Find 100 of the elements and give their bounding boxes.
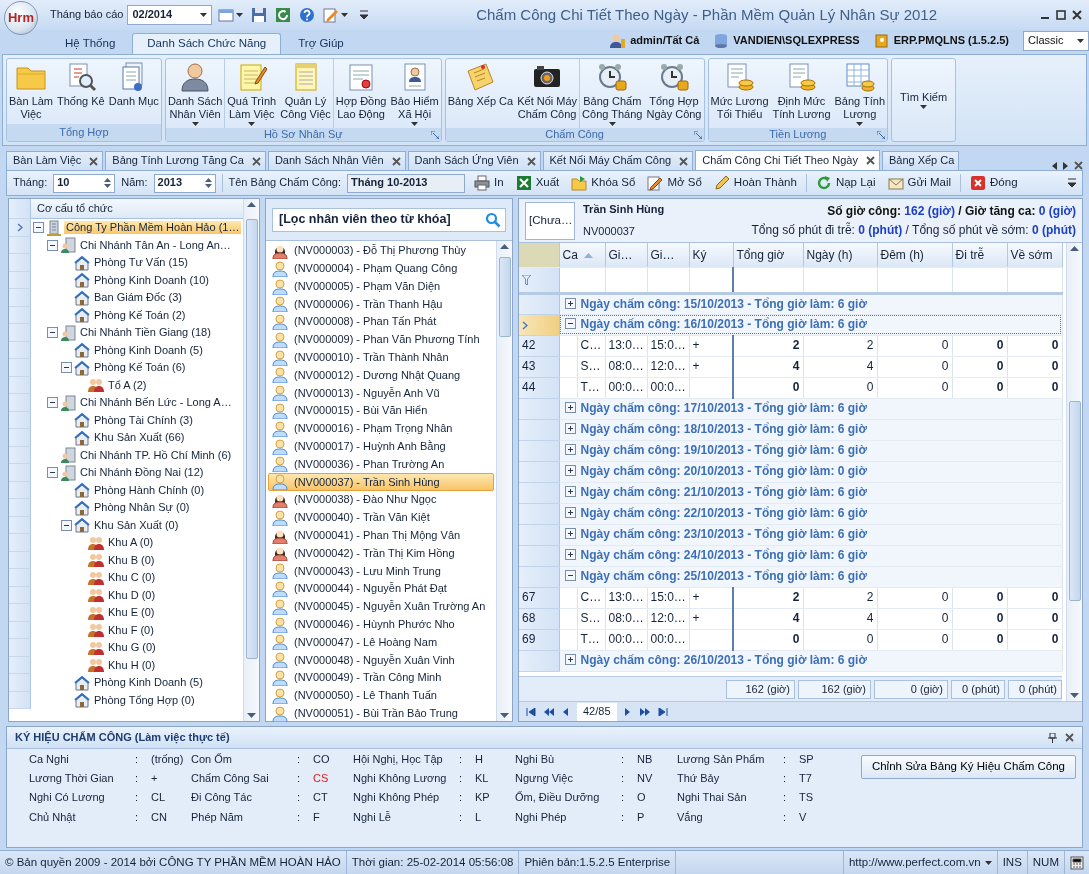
collapse-icon[interactable] xyxy=(564,318,576,330)
group-row[interactable]: Ngày chấm công: 23/10/2013 - Tổng giờ làm: 6 giờ xyxy=(559,524,1062,545)
group-row[interactable]: Ngày chấm công: 25/10/2013 - Tổng giờ làm: 6 giờ xyxy=(559,566,1062,587)
close-icon[interactable] xyxy=(251,156,261,166)
launcher-icon[interactable] xyxy=(430,131,439,140)
ribbon-button[interactable]: Bảng Chấm Công Tháng xyxy=(580,59,645,129)
employee-item[interactable]: (NV000017) - Huỳnh Anh Bằng xyxy=(268,437,494,456)
ribbon-tab[interactable]: Danh Sách Chức Năng xyxy=(132,33,282,54)
tree-item[interactable]: Khu B (0) xyxy=(106,553,157,567)
tree-item[interactable]: Chi Nhánh Tiền Giang (18) xyxy=(78,326,213,340)
document-tab[interactable]: Bàn Làm Việc xyxy=(6,151,104,170)
month-field[interactable]: 10 xyxy=(53,173,116,193)
close-icon[interactable] xyxy=(89,156,99,166)
collapse-icon[interactable] xyxy=(47,239,58,251)
employee-item[interactable]: (NV000036) - Phan Trường An xyxy=(268,455,494,474)
scrollbar[interactable] xyxy=(1066,243,1082,701)
toolbar-button[interactable]: Nạp Lại xyxy=(812,175,879,191)
search-field[interactable]: [Lọc nhân viên theo từ khóa] xyxy=(272,207,506,232)
toolbar-button[interactable]: Đóng xyxy=(967,175,1021,191)
tree-item[interactable]: Phòng Kinh Doanh (5) xyxy=(92,676,205,690)
ribbon-button[interactable]: Thống Kê xyxy=(55,59,107,124)
report-month-combo[interactable]: 02/2014 xyxy=(127,5,213,25)
employee-item[interactable]: (NV000016) - Phạm Trọng Nhân xyxy=(268,419,494,438)
employee-item[interactable]: (NV000005) - Phạm Văn Diện xyxy=(268,277,494,296)
employee-item[interactable]: (NV000012) - Dương Nhật Quang xyxy=(268,366,494,385)
employee-item[interactable]: (NV000015) - Bùi Văn Hiển xyxy=(268,402,494,420)
filter-icon[interactable] xyxy=(522,275,531,286)
document-tab[interactable]: Kết Nối Máy Chấm Công xyxy=(542,151,694,170)
close-icon[interactable] xyxy=(1065,733,1074,742)
employee-item[interactable]: (NV000042) - Trần Thị Kim Hồng xyxy=(268,544,494,563)
spin-icon[interactable] xyxy=(204,177,212,189)
scroll-up-icon[interactable] xyxy=(247,202,256,207)
employee-item[interactable]: (NV000050) - Lê Thanh Tuấn xyxy=(268,686,494,705)
expand-icon[interactable] xyxy=(564,402,576,414)
scrollbar-thumb[interactable] xyxy=(245,219,258,659)
toolbar-button[interactable]: Mở Sổ xyxy=(644,175,705,191)
ribbon-button[interactable]: Tổng Hợp Ngày Công xyxy=(644,59,704,129)
group-row[interactable]: Ngày chấm công: 15/10/2013 - Tổng giờ làm: 6 giờ xyxy=(559,293,1062,314)
scroll-up-icon[interactable] xyxy=(500,244,509,249)
scroll-right-icon[interactable] xyxy=(1063,161,1068,170)
ribbon-tab[interactable]: Hệ Thống xyxy=(50,33,131,54)
group-row[interactable]: Ngày chấm công: 16/10/2013 - Tổng giờ làm: 6 giờ xyxy=(559,314,1062,335)
column-header[interactable]: Đêm (h) xyxy=(877,243,952,267)
column-header[interactable]: Gi… xyxy=(647,243,689,267)
expand-icon[interactable] xyxy=(564,297,576,309)
employee-item[interactable]: (NV000004) - Phạm Quang Công xyxy=(268,259,494,278)
edit-button[interactable] xyxy=(321,6,351,24)
tree-item[interactable]: Khu F (0) xyxy=(106,623,156,637)
collapse-icon[interactable] xyxy=(33,222,44,234)
scrollbar-thumb[interactable] xyxy=(498,257,511,337)
collapse-icon[interactable] xyxy=(47,397,58,409)
tree-item[interactable]: Chi Nhánh Đồng Nai (12) xyxy=(78,466,206,480)
employee-item[interactable]: (NV000051) - Bùi Trần Bảo Trung xyxy=(268,704,494,723)
close-icon[interactable] xyxy=(679,156,689,166)
tree-item[interactable]: Khu C (0) xyxy=(106,571,158,585)
ribbon-button[interactable]: Bảo Hiểm Xã Hội xyxy=(388,59,441,129)
ribbon-button[interactable]: Quản Lý Công Việc xyxy=(278,59,334,129)
app-logo[interactable]: Hrm xyxy=(4,1,38,35)
overflow-icon[interactable] xyxy=(1068,178,1076,188)
sheet-name-field[interactable]: Tháng 10-2013 xyxy=(347,173,466,193)
group-row[interactable]: Ngày chấm công: 20/10/2013 - Tổng giờ làm: 0 giờ xyxy=(559,461,1062,482)
image-field[interactable]: [Chưa… xyxy=(525,201,575,240)
expand-icon[interactable] xyxy=(564,486,576,498)
collapse-icon[interactable] xyxy=(47,467,58,479)
tree-item[interactable]: Khu A (0) xyxy=(106,536,156,550)
new-document-button[interactable] xyxy=(216,6,246,24)
tree-item[interactable]: Khu Sản Xuất (0) xyxy=(92,518,181,532)
tree-item[interactable]: Khu E (0) xyxy=(106,606,157,620)
ribbon-button[interactable]: Danh Sách Nhân Viên xyxy=(165,59,226,129)
group-row[interactable]: Ngày chấm công: 26/10/2013 - Tổng giờ làm: 6 giờ xyxy=(559,650,1062,671)
launcher-icon[interactable] xyxy=(693,131,702,140)
tree-item[interactable]: Phòng Kế Toán (6) xyxy=(92,361,188,375)
collapse-icon[interactable] xyxy=(564,570,576,582)
tree-item[interactable]: Chi Nhánh Tân An - Long An… xyxy=(78,238,233,252)
toolbar-button[interactable]: In xyxy=(471,175,507,191)
employee-item[interactable]: (NV000049) - Trần Công Minh xyxy=(268,669,494,687)
theme-combo[interactable]: Classic xyxy=(1023,31,1089,51)
employee-item[interactable]: (NV000041) - Phan Thị Mộng Vân xyxy=(268,526,494,545)
column-header[interactable]: Ngày (h) xyxy=(803,243,877,267)
close-icon[interactable] xyxy=(526,156,536,166)
column-header[interactable]: Ký xyxy=(689,243,733,267)
employee-item[interactable]: (NV000046) - Hùynh Phước Nho xyxy=(268,615,494,634)
group-row[interactable]: Ngày chấm công: 17/10/2013 - Tổng giờ làm: 6 giờ xyxy=(559,398,1062,419)
tree-item[interactable]: Phòng Tư Vấn (15) xyxy=(92,256,190,270)
collapse-icon[interactable] xyxy=(47,327,58,339)
employee-item[interactable]: (NV000037) - Trần Sinh Hùng xyxy=(268,473,494,492)
close-icon[interactable] xyxy=(1074,161,1083,170)
employee-item[interactable]: (NV000008) - Phan Tấn Phát xyxy=(268,313,494,331)
tree-item[interactable]: Phòng Kế Toán (2) xyxy=(92,308,188,322)
tree-item[interactable]: Khu H (0) xyxy=(106,658,158,672)
tree-item[interactable]: Khu G (0) xyxy=(106,641,158,655)
employee-item[interactable]: (NV000003) - Đỗ Thị Phương Thùy xyxy=(268,242,494,260)
ribbon-button[interactable]: Bàn Làm Việc xyxy=(7,59,56,124)
toolbar-button[interactable]: Gửi Mail xyxy=(884,175,955,191)
expand-icon[interactable] xyxy=(564,549,576,561)
search-icon[interactable] xyxy=(485,211,501,228)
year-field[interactable]: 2013 xyxy=(153,173,216,193)
tree-item[interactable]: Chi Nhánh Bến Lức - Long A… xyxy=(78,396,234,410)
ribbon-button[interactable]: Định Mức Tính Lương xyxy=(770,59,833,129)
tree-item[interactable]: Phòng Tài Chính (3) xyxy=(92,413,195,427)
